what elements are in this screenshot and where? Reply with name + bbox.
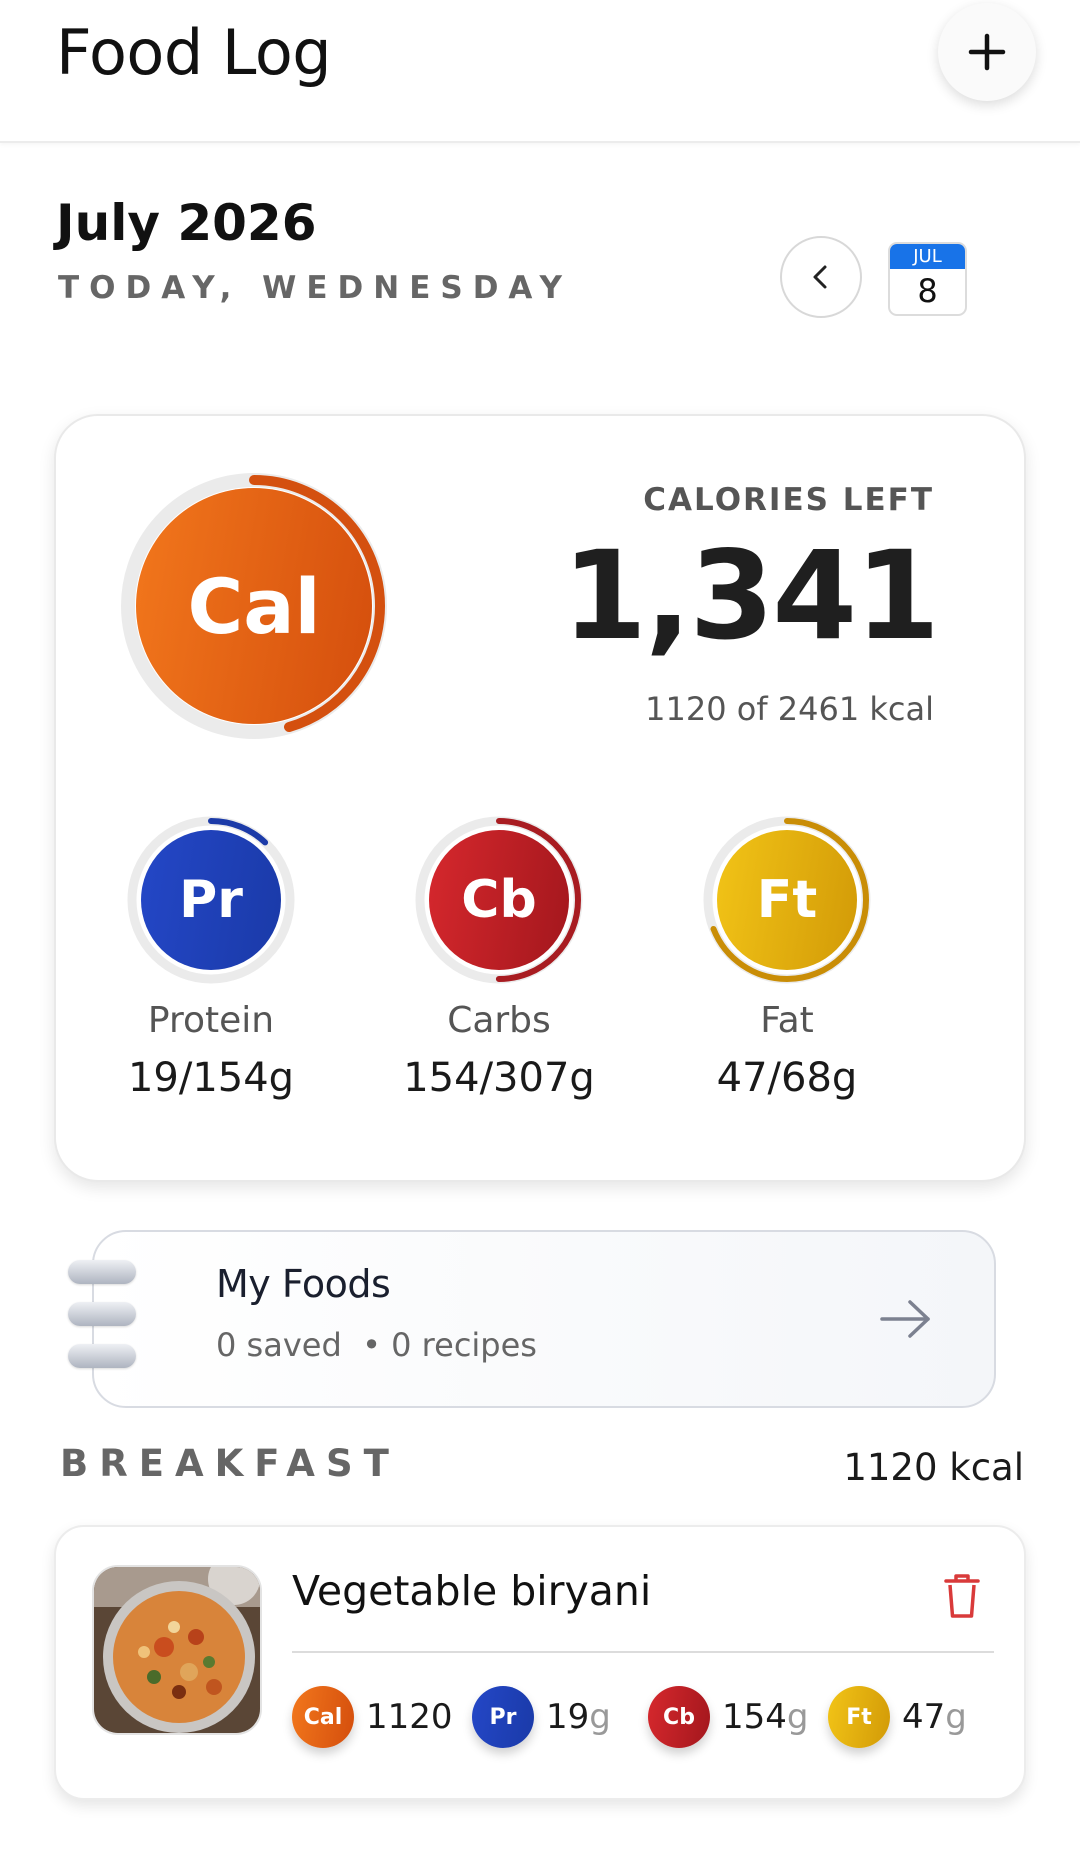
trash-icon[interactable] [940, 1571, 984, 1621]
page-title: Food Log [56, 16, 332, 89]
carbs-label: Carbs [447, 1000, 551, 1041]
app-header: Food Log [0, 0, 1080, 143]
calendar-month: JUL [890, 244, 965, 269]
carbs-ring: Cb [415, 816, 583, 984]
chip-fat: Ft 47g [828, 1685, 967, 1749]
carbs-value: 154/307g [403, 1055, 595, 1101]
macro-protein: Pr Protein 19/154g [91, 816, 331, 1101]
fat-value: 47/68g [716, 1055, 858, 1101]
recipes-count: 0 recipes [391, 1326, 537, 1364]
entry-protein: 19g [546, 1697, 611, 1737]
fat-abbr: Ft [756, 870, 818, 930]
calorie-ring-label: Cal [187, 561, 321, 651]
food-photo [92, 1565, 262, 1735]
plus-icon [968, 33, 1006, 71]
day-label: TODAY, WEDNESDAY [58, 270, 572, 306]
protein-ring-center: Pr [141, 830, 281, 970]
arrow-right-icon[interactable] [878, 1298, 934, 1340]
calendar-button[interactable]: JUL 8 [888, 242, 967, 316]
daily-summary-card: Cal CALORIES LEFT 1,341 1120 of 2461 kca… [54, 414, 1026, 1182]
calendar-day: 8 [917, 272, 938, 310]
protein-ring: Pr [127, 816, 295, 984]
separator-dot: • [351, 1326, 392, 1364]
fat-chip-icon: Ft [828, 1686, 890, 1748]
macro-carbs: Cb Carbs 154/307g [379, 816, 619, 1101]
protein-value: 19/154g [127, 1055, 295, 1101]
fat-ring-center: Ft [717, 830, 857, 970]
my-foods-title: My Foods [216, 1262, 391, 1306]
food-name: Vegetable biryani [292, 1567, 652, 1615]
fat-label: Fat [760, 1000, 814, 1041]
food-entry-card[interactable]: Vegetable biryani Cal 1120 Pr 19g Cb 154… [54, 1525, 1026, 1800]
binder-rings-icon [68, 1260, 138, 1372]
my-foods-card[interactable] [92, 1230, 996, 1408]
chevron-left-icon [813, 265, 827, 289]
carbs-ring-center: Cb [429, 830, 569, 970]
chip-carbs: Cb 154g [648, 1685, 809, 1749]
calories-left-label: CALORIES LEFT [643, 482, 934, 518]
section-kcal: 1120 kcal [843, 1446, 1024, 1489]
fat-ring: Ft [703, 816, 871, 984]
calorie-ring-center: Cal [136, 488, 372, 724]
calories-chip-icon: Cal [292, 1686, 354, 1748]
my-foods-summary: 0 saved • 0 recipes [216, 1326, 537, 1364]
saved-count: 0 saved [216, 1326, 342, 1364]
chip-protein: Pr 19g [472, 1685, 611, 1749]
add-food-button[interactable] [938, 3, 1036, 101]
protein-chip-icon: Pr [472, 1686, 534, 1748]
protein-label: Protein [147, 1000, 275, 1041]
carbs-abbr: Cb [461, 870, 537, 930]
protein-abbr: Pr [179, 870, 243, 930]
entry-calories: 1120 [366, 1697, 453, 1737]
macro-fat: Ft Fat 47/68g [667, 816, 907, 1101]
entry-carbs: 154g [722, 1697, 809, 1737]
calories-consumed-text: 1120 of 2461 kcal [645, 690, 934, 728]
calories-left-value: 1,341 [562, 525, 940, 667]
calorie-ring: Cal [120, 472, 388, 740]
entry-fat: 47g [902, 1697, 967, 1737]
entry-divider [292, 1651, 994, 1653]
previous-day-button[interactable] [780, 236, 862, 318]
chip-calories: Cal 1120 [292, 1685, 453, 1749]
section-title-breakfast: BREAKFAST [60, 1442, 400, 1485]
carbs-chip-icon: Cb [648, 1686, 710, 1748]
month-year: July 2026 [56, 194, 317, 252]
